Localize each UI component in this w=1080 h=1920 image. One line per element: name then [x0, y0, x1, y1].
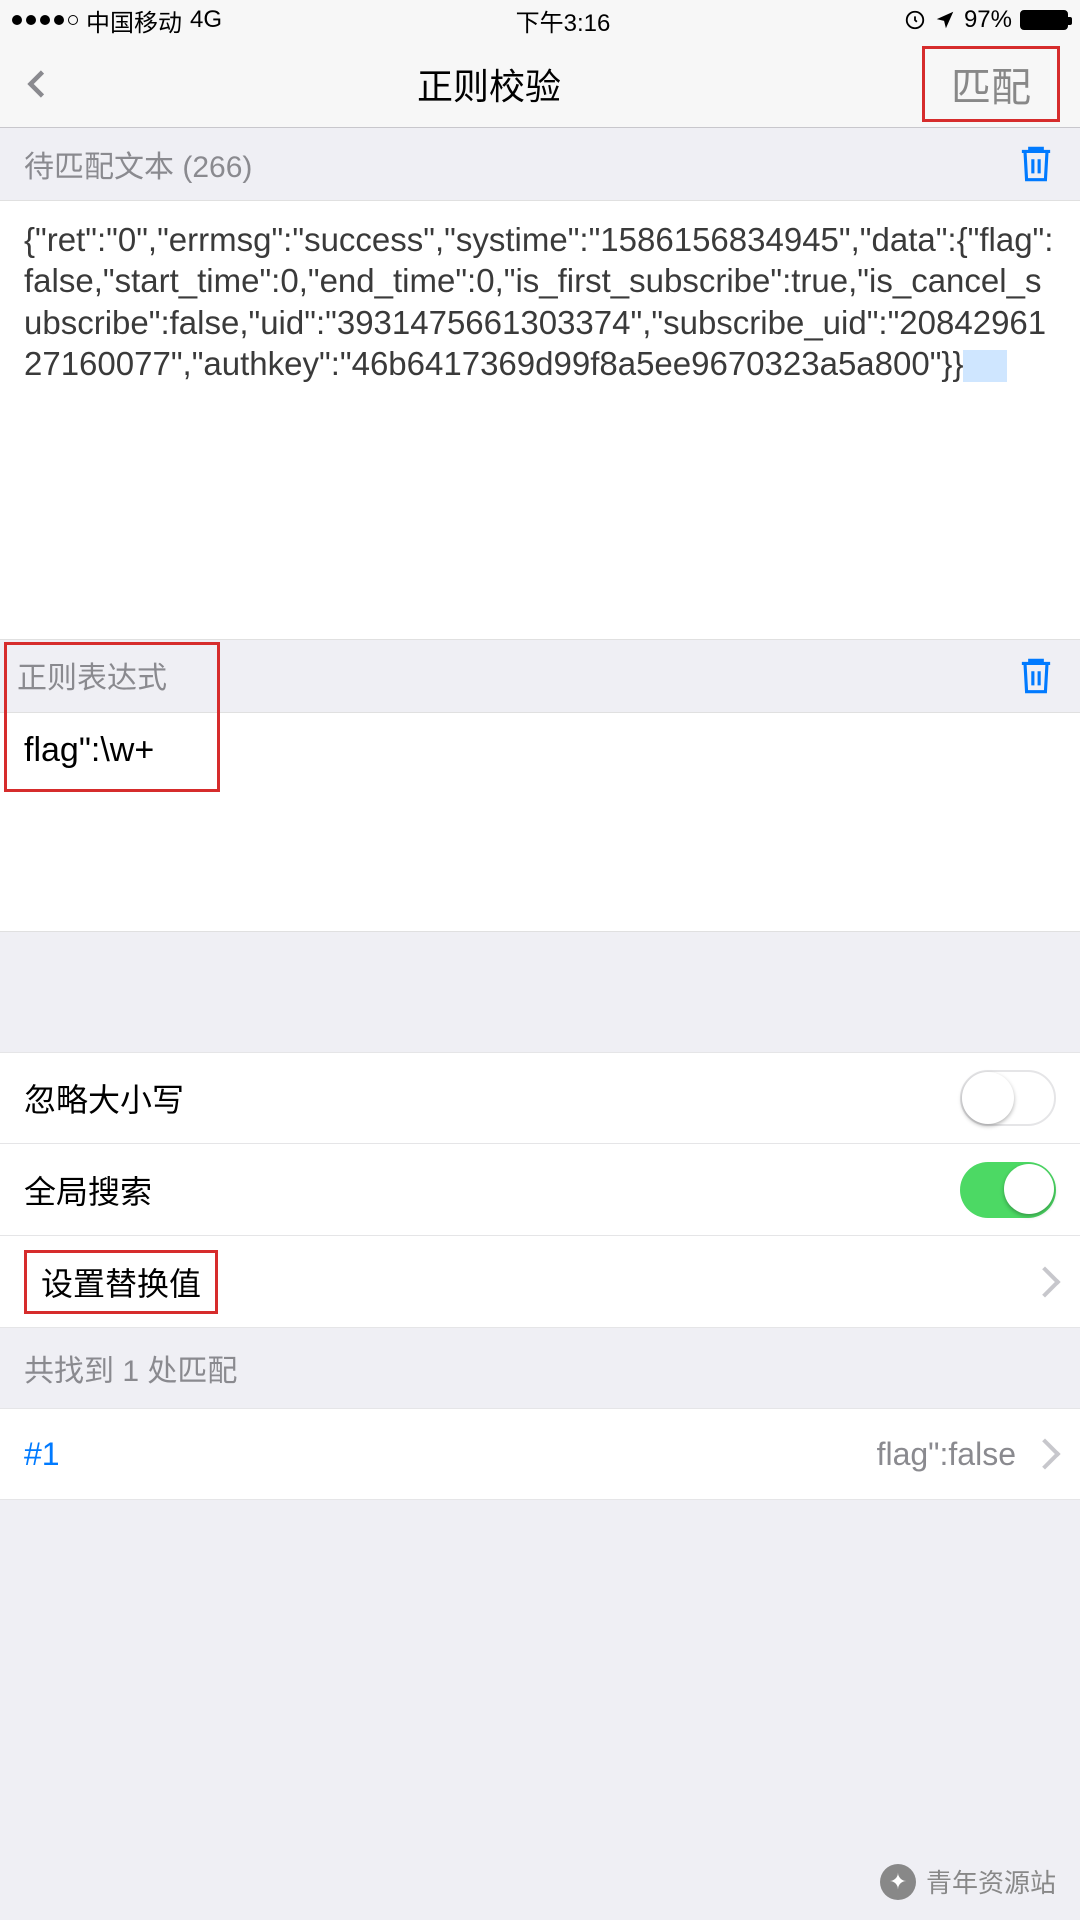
- clear-regex-button[interactable]: [1016, 654, 1056, 698]
- spacer: [0, 932, 1080, 1052]
- ignore-case-label: 忽略大小写: [24, 1075, 184, 1121]
- clock-label: 下午3:16: [516, 3, 611, 38]
- ignore-case-toggle[interactable]: [960, 1070, 1056, 1126]
- global-search-label: 全局搜索: [24, 1167, 152, 1213]
- status-right: 97%: [904, 6, 1068, 34]
- ignore-case-row: 忽略大小写: [0, 1052, 1080, 1144]
- text-selection-icon: [963, 350, 1007, 382]
- status-bar: 中国移动 4G 下午3:16 97%: [0, 0, 1080, 40]
- result-index: #1: [24, 1436, 60, 1473]
- wechat-icon: ✦: [880, 1864, 916, 1900]
- results-header-label: 共找到 1 处匹配: [24, 1346, 237, 1390]
- input-section-header: 待匹配文本 (266): [0, 128, 1080, 200]
- replace-label-highlight: 设置替换值: [24, 1250, 218, 1314]
- battery-pct: 97%: [964, 6, 1012, 34]
- clear-input-button[interactable]: [1016, 142, 1056, 186]
- result-value: flag":false: [877, 1436, 1016, 1473]
- global-search-toggle[interactable]: [960, 1162, 1056, 1218]
- back-button[interactable]: [20, 66, 56, 102]
- regex-header-label: 正则表达式: [17, 653, 167, 697]
- nav-bar: 正则校验 匹配: [0, 40, 1080, 128]
- regex-section-header: 正则表达式 .: [0, 640, 1080, 712]
- network-label: 4G: [190, 6, 222, 34]
- input-text-content: {"ret":"0","errmsg":"success","systime":…: [24, 221, 1053, 382]
- signal-dots-icon: [12, 15, 78, 25]
- status-left: 中国移动 4G: [12, 3, 222, 38]
- location-icon: [934, 9, 956, 31]
- watermark: ✦ 青年资源站: [880, 1863, 1056, 1900]
- battery-icon: [1020, 10, 1068, 30]
- regex-pattern-text: flag":\w+: [24, 731, 154, 769]
- replace-label: 设置替换值: [41, 1266, 201, 1302]
- replace-value-row[interactable]: 设置替换值: [0, 1236, 1080, 1328]
- watermark-text: 青年资源站: [926, 1863, 1056, 1900]
- page-title: 正则校验: [56, 58, 922, 110]
- input-header-label: 待匹配文本 (266): [24, 142, 252, 186]
- carrier-label: 中国移动: [86, 3, 182, 38]
- input-text-area[interactable]: {"ret":"0","errmsg":"success","systime":…: [0, 200, 1080, 640]
- results-header: 共找到 1 处匹配: [0, 1328, 1080, 1408]
- match-button[interactable]: 匹配: [922, 46, 1060, 122]
- regex-input[interactable]: flag":\w+: [0, 712, 1080, 932]
- global-search-row: 全局搜索: [0, 1144, 1080, 1236]
- chevron-right-icon: [1029, 1266, 1060, 1297]
- rotation-lock-icon: [904, 9, 926, 31]
- chevron-right-icon: [1029, 1438, 1060, 1469]
- result-row[interactable]: #1 flag":false: [0, 1408, 1080, 1500]
